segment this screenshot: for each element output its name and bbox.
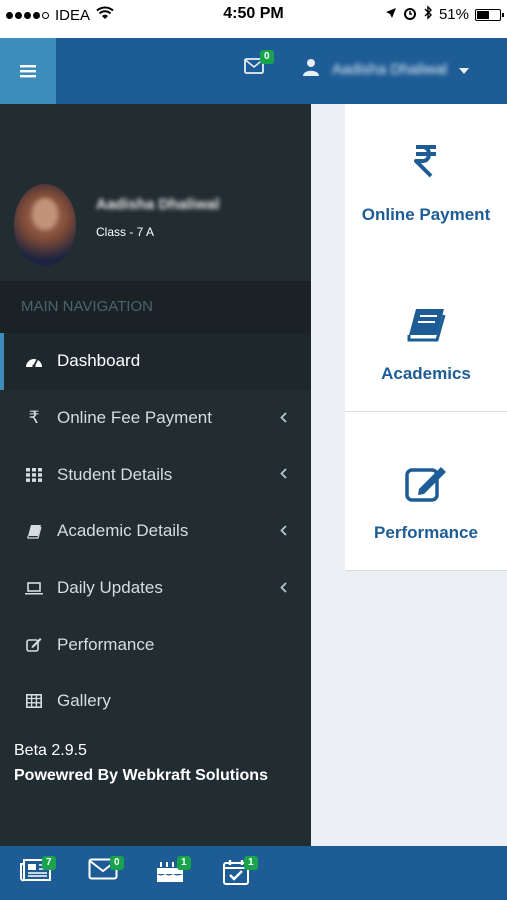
top-header: 0 Aadisha Dhaliwal: [0, 38, 507, 104]
sidebar-item-label: Student Details: [57, 464, 173, 484]
battery-icon: [475, 8, 504, 21]
calendar-button[interactable]: 1: [222, 856, 262, 890]
sidebar-menu: Dashboard ₹ Online Fee Payment Student D…: [0, 333, 311, 730]
messages-button[interactable]: 0: [244, 50, 274, 82]
mail-button[interactable]: 0: [88, 856, 128, 888]
profile-class: Class - 7 A: [96, 225, 155, 239]
location-arrow-icon: [385, 6, 397, 23]
calendar-count-badge: 1: [244, 856, 258, 870]
battery-percent: 51%: [438, 6, 469, 23]
main-navigation-header: MAIN NAVIGATION: [0, 281, 311, 333]
sidebar-item-label: Academic Details: [57, 521, 189, 541]
sidebar-item-label: Dashboard: [57, 351, 141, 371]
hamburger-icon: [20, 58, 36, 84]
birthdays-button[interactable]: 1: [155, 856, 195, 888]
mail-count-badge: 0: [110, 856, 124, 870]
bluetooth-icon: [423, 5, 433, 24]
profile-name: Aadisha Dhaliwal: [96, 196, 220, 213]
edit-icon: [345, 464, 507, 502]
birthdays-count-badge: 1: [177, 856, 191, 870]
grid-icon: [24, 467, 44, 482]
edit-icon: [24, 637, 44, 653]
sidebar-item-daily-updates[interactable]: Daily Updates: [0, 560, 311, 617]
bottom-toolbar: 7 0 1 1: [0, 846, 507, 900]
caret-down-icon: [459, 61, 470, 78]
news-button[interactable]: 7: [20, 856, 60, 888]
powered-by-text: Powewred By Webkraft Solutions: [14, 767, 268, 784]
sidebar-item-label: Performance: [57, 634, 155, 654]
status-bar: IDEA 4:50 PM 51%: [0, 0, 507, 32]
birthday-cake-icon: [155, 862, 185, 888]
dashboard-icon: [24, 354, 44, 368]
avatar: [14, 184, 76, 266]
academics-card[interactable]: Academics: [345, 253, 507, 412]
user-panel: Aadisha Dhaliwal Class - 7 A: [0, 104, 311, 281]
sidebar-item-online-fee-payment[interactable]: ₹ Online Fee Payment: [0, 390, 311, 447]
alarm-icon: [403, 6, 417, 24]
chevron-left-icon: [280, 466, 287, 482]
online-payment-card[interactable]: Online Payment: [345, 104, 507, 263]
card-label: Academics: [381, 364, 471, 383]
chevron-left-icon: [280, 523, 287, 539]
news-count-badge: 7: [42, 856, 56, 870]
performance-card[interactable]: Performance: [345, 412, 507, 571]
app-screen: IDEA 4:50 PM 51% 0 Aadisha Dhaliwal Aadi…: [0, 0, 507, 900]
book-icon: [345, 307, 507, 343]
chevron-left-icon: [280, 410, 287, 426]
card-label: Online Payment: [361, 205, 491, 224]
rupee-icon: ₹: [28, 408, 40, 428]
sidebar-item-academic-details[interactable]: Academic Details: [0, 503, 311, 560]
sidebar-item-label: Online Fee Payment: [57, 408, 212, 428]
sidebar-item-performance[interactable]: Performance: [0, 616, 311, 673]
card-label: Performance: [374, 523, 478, 542]
menu-toggle-button[interactable]: [0, 38, 56, 104]
sidebar-item-dashboard[interactable]: Dashboard: [0, 333, 311, 390]
app-version: Beta 2.9.5: [14, 742, 87, 759]
rupee-icon: [345, 144, 507, 178]
status-icons: 51%: [385, 5, 504, 24]
sidebar-item-label: Gallery: [57, 691, 111, 711]
calendar-check-icon: [222, 860, 250, 890]
laptop-icon: [24, 581, 44, 595]
user-name: Aadisha Dhaliwal: [332, 60, 448, 78]
messages-count-badge: 0: [260, 50, 274, 64]
sidebar-item-student-details[interactable]: Student Details: [0, 446, 311, 503]
sidebar-item-gallery[interactable]: Gallery: [0, 673, 311, 730]
chevron-left-icon: [280, 580, 287, 596]
sidebar-item-label: Daily Updates: [57, 578, 163, 598]
newspaper-icon: [20, 859, 52, 886]
main-content: Online Payment Academics Performance: [311, 104, 507, 846]
user-icon: [302, 58, 320, 80]
sidebar: Aadisha Dhaliwal Class - 7 A MAIN NAVIGA…: [0, 104, 311, 846]
book-icon: [24, 524, 44, 539]
table-icon: [24, 694, 44, 709]
user-menu-button[interactable]: Aadisha Dhaliwal: [302, 58, 470, 80]
